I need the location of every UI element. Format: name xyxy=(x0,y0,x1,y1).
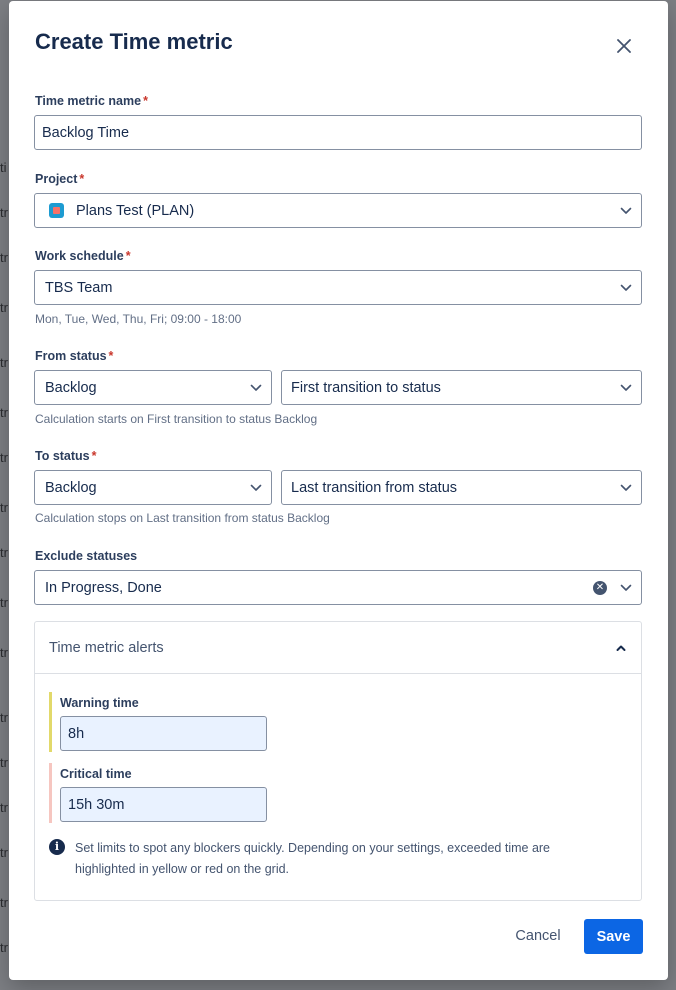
chevron-down-icon xyxy=(241,471,271,504)
create-time-metric-dialog: Create Time metric Time metric name * Bac… xyxy=(9,1,668,980)
from-status-helper: Calculation starts on First transition t… xyxy=(35,412,318,426)
time-metric-alerts-panel: Time metric alerts Warning time 8h Criti… xyxy=(34,621,642,901)
from-status-value: Backlog xyxy=(45,379,97,396)
chevron-down-icon xyxy=(611,271,641,304)
alerts-info-text: Set limits to spot any blockers quickly.… xyxy=(75,841,551,876)
chevron-down-icon xyxy=(611,571,641,604)
project-select[interactable]: Plans Test (PLAN) xyxy=(34,193,642,228)
name-value: Backlog Time xyxy=(42,124,130,141)
name-label: Time metric name * xyxy=(35,94,148,108)
from-status-select[interactable]: Backlog xyxy=(34,370,272,405)
warning-time-label: Warning time xyxy=(60,696,139,710)
chevron-down-icon xyxy=(611,194,641,227)
exclude-statuses-value: In Progress, Done xyxy=(45,579,162,596)
required-mark: * xyxy=(143,94,148,108)
to-status-select[interactable]: Backlog xyxy=(34,470,272,505)
close-icon xyxy=(617,39,631,53)
chevron-down-icon xyxy=(241,371,271,404)
from-transition-value: First transition to status xyxy=(291,379,441,396)
project-label: Project * xyxy=(35,172,85,186)
project-icon xyxy=(49,203,64,218)
to-status-value: Backlog xyxy=(45,479,97,496)
exclude-statuses-select[interactable]: In Progress, Done ✕ xyxy=(34,570,642,605)
alerts-title: Time metric alerts xyxy=(49,639,164,656)
chevron-down-icon xyxy=(611,371,641,404)
work-schedule-value: TBS Team xyxy=(45,279,113,296)
work-schedule-select[interactable]: TBS Team xyxy=(34,270,642,305)
to-status-label: To status * xyxy=(35,449,97,463)
close-button[interactable] xyxy=(609,31,639,61)
warning-time-input[interactable]: 8h xyxy=(60,716,267,751)
project-value: Plans Test (PLAN) xyxy=(76,202,195,219)
cancel-button[interactable]: Cancel xyxy=(507,919,569,953)
exclude-statuses-label: Exclude statuses xyxy=(35,549,138,563)
save-button[interactable]: Save xyxy=(584,919,643,954)
to-transition-value: Last transition from status xyxy=(291,479,458,496)
from-status-label: From status * xyxy=(35,349,114,363)
time-metric-name-input[interactable]: Backlog Time xyxy=(34,115,642,150)
from-transition-select[interactable]: First transition to status xyxy=(281,370,642,405)
info-icon: i xyxy=(49,839,65,855)
to-transition-select[interactable]: Last transition from status xyxy=(281,470,642,505)
dialog-title: Create Time metric xyxy=(35,29,233,54)
work-schedule-helper: Mon, Tue, Wed, Thu, Fri; 09:00 - 18:00 xyxy=(35,312,242,326)
critical-time-group: Critical time 15h 30m xyxy=(49,763,309,823)
chevron-down-icon xyxy=(611,471,641,504)
required-mark: * xyxy=(79,172,85,186)
clear-icon[interactable]: ✕ xyxy=(593,580,607,595)
required-mark: * xyxy=(91,449,97,463)
critical-time-input[interactable]: 15h 30m xyxy=(60,787,267,822)
alerts-info: i Set limits to spot any blockers quickl… xyxy=(49,838,609,880)
alerts-header[interactable]: Time metric alerts xyxy=(35,622,641,674)
critical-time-label: Critical time xyxy=(60,767,132,781)
work-schedule-label: Work schedule * xyxy=(35,249,131,263)
chevron-up-icon[interactable] xyxy=(615,644,627,652)
warning-time-group: Warning time 8h xyxy=(49,692,309,752)
required-mark: * xyxy=(125,249,131,263)
required-mark: * xyxy=(108,349,114,363)
to-status-helper: Calculation stops on Last transition fro… xyxy=(35,511,330,525)
